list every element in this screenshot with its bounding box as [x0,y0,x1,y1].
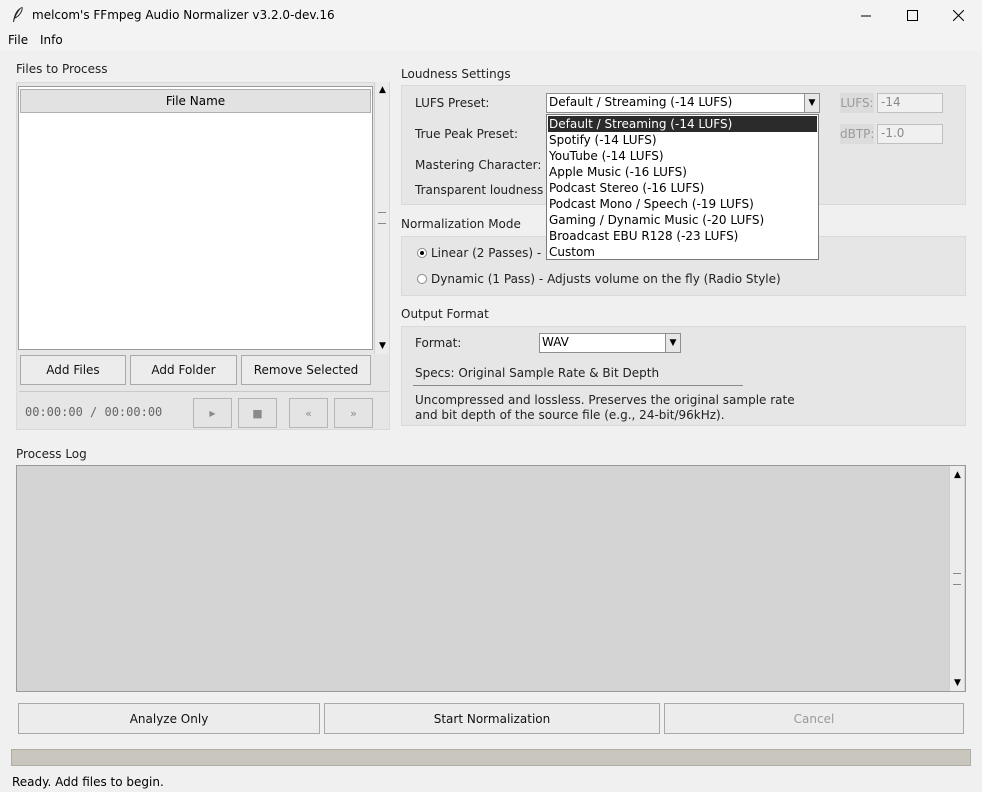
true-peak-label: True Peak Preset: [415,127,519,141]
window-title: melcom's FFmpeg Audio Normalizer v3.2.0-… [32,8,335,22]
normalization-section-label: Normalization Mode [401,217,521,231]
file-list[interactable]: File Name [18,86,373,350]
minimize-icon [860,15,871,17]
maximize-icon [906,10,918,21]
analyze-only-button[interactable]: Analyze Only [18,703,320,734]
format-specs: Specs: Original Sample Rate & Bit Depth [415,366,660,380]
next-button[interactable]: » [334,398,373,428]
menu-file[interactable]: File [8,33,28,47]
column-header-label: File Name [165,94,226,108]
menu-bar: File Info [0,31,982,51]
format-description-line2: and bit depth of the source file (e.g., … [415,408,725,422]
dynamic-radio[interactable] [417,274,427,284]
maximize-button[interactable] [889,0,935,31]
previous-button[interactable]: « [289,398,328,428]
chevron-down-icon[interactable]: ▼ [804,94,819,112]
scroll-down-icon[interactable]: ▼ [376,339,389,352]
linear-radio[interactable] [417,248,427,258]
lufs-preset-label: LUFS Preset: [415,96,490,110]
play-button[interactable]: ▶ [193,398,232,428]
stop-button[interactable]: ■ [238,398,277,428]
close-icon [952,10,964,21]
dbtp-input[interactable]: -1.0 [877,124,943,144]
format-label: Format: [415,336,462,350]
transparent-loudness-text: Transparent loudness nor [415,183,567,197]
lufs-preset-combobox[interactable]: Default / Streaming (-14 LUFS) ▼ [546,93,820,113]
time-display: 00:00:00 / 00:00:00 [25,405,163,419]
log-scrollbar[interactable]: ▲ ▼ [949,466,964,691]
dropdown-option[interactable]: Default / Streaming (-14 LUFS) [548,116,817,132]
file-name-column-header[interactable]: File Name [20,89,371,113]
lufs-label: LUFS: [840,93,874,113]
title-bar: melcom's FFmpeg Audio Normalizer v3.2.0-… [0,0,982,31]
log-section-label: Process Log [16,447,87,461]
dropdown-option[interactable]: Gaming / Dynamic Music (-20 LUFS) [548,212,817,228]
specs-divider [413,385,743,386]
start-normalization-button[interactable]: Start Normalization [324,703,660,734]
scroll-up-icon[interactable]: ▲ [951,468,964,481]
scroll-grip-icon[interactable] [953,573,961,585]
dropdown-option[interactable]: Podcast Stereo (-16 LUFS) [548,180,817,196]
format-description-line1: Uncompressed and lossless. Preserves the… [415,393,795,407]
lufs-preset-dropdown[interactable]: Default / Streaming (-14 LUFS) Spotify (… [546,114,819,260]
add-files-button[interactable]: Add Files [20,355,126,385]
feather-icon [13,6,23,22]
status-text: Ready. Add files to begin. [12,775,164,789]
next-icon: » [350,406,357,420]
dropdown-option[interactable]: YouTube (-14 LUFS) [548,148,817,164]
close-button[interactable] [935,0,981,31]
lufs-preset-value: Default / Streaming (-14 LUFS) [549,95,733,109]
scroll-up-icon[interactable]: ▲ [376,83,389,96]
process-log[interactable] [16,465,966,692]
dropdown-option[interactable]: Apple Music (-16 LUFS) [548,164,817,180]
menu-info[interactable]: Info [40,33,63,47]
dropdown-option[interactable]: Podcast Mono / Speech (-19 LUFS) [548,196,817,212]
format-combobox[interactable]: WAV ▼ [539,333,681,353]
dynamic-radio-label[interactable]: Dynamic (1 Pass) - Adjusts volume on the… [431,272,781,286]
lufs-input[interactable]: -14 [877,93,943,113]
format-value: WAV [542,335,569,349]
scroll-grip-icon[interactable] [378,212,386,224]
dropdown-option[interactable]: Custom [548,244,817,260]
add-folder-button[interactable]: Add Folder [130,355,237,385]
dropdown-option[interactable]: Spotify (-14 LUFS) [548,132,817,148]
remove-selected-button[interactable]: Remove Selected [241,355,371,385]
loudness-section-label: Loudness Settings [401,67,511,81]
cancel-button[interactable]: Cancel [664,703,964,734]
stop-icon: ■ [252,406,263,420]
mastering-character-label: Mastering Character: [415,158,542,172]
files-section-label: Files to Process [16,62,108,76]
play-icon: ▶ [209,408,216,418]
minimize-button[interactable] [843,0,889,31]
chevron-down-icon[interactable]: ▼ [665,334,680,352]
output-section-label: Output Format [401,307,489,321]
dropdown-option[interactable]: Broadcast EBU R128 (-23 LUFS) [548,228,817,244]
progress-bar [11,749,971,766]
previous-icon: « [305,406,312,420]
scroll-down-icon[interactable]: ▼ [951,676,964,689]
separator [19,391,389,392]
dbtp-label: dBTP: [840,124,874,144]
file-list-scrollbar[interactable]: ▲ ▼ [374,82,389,354]
